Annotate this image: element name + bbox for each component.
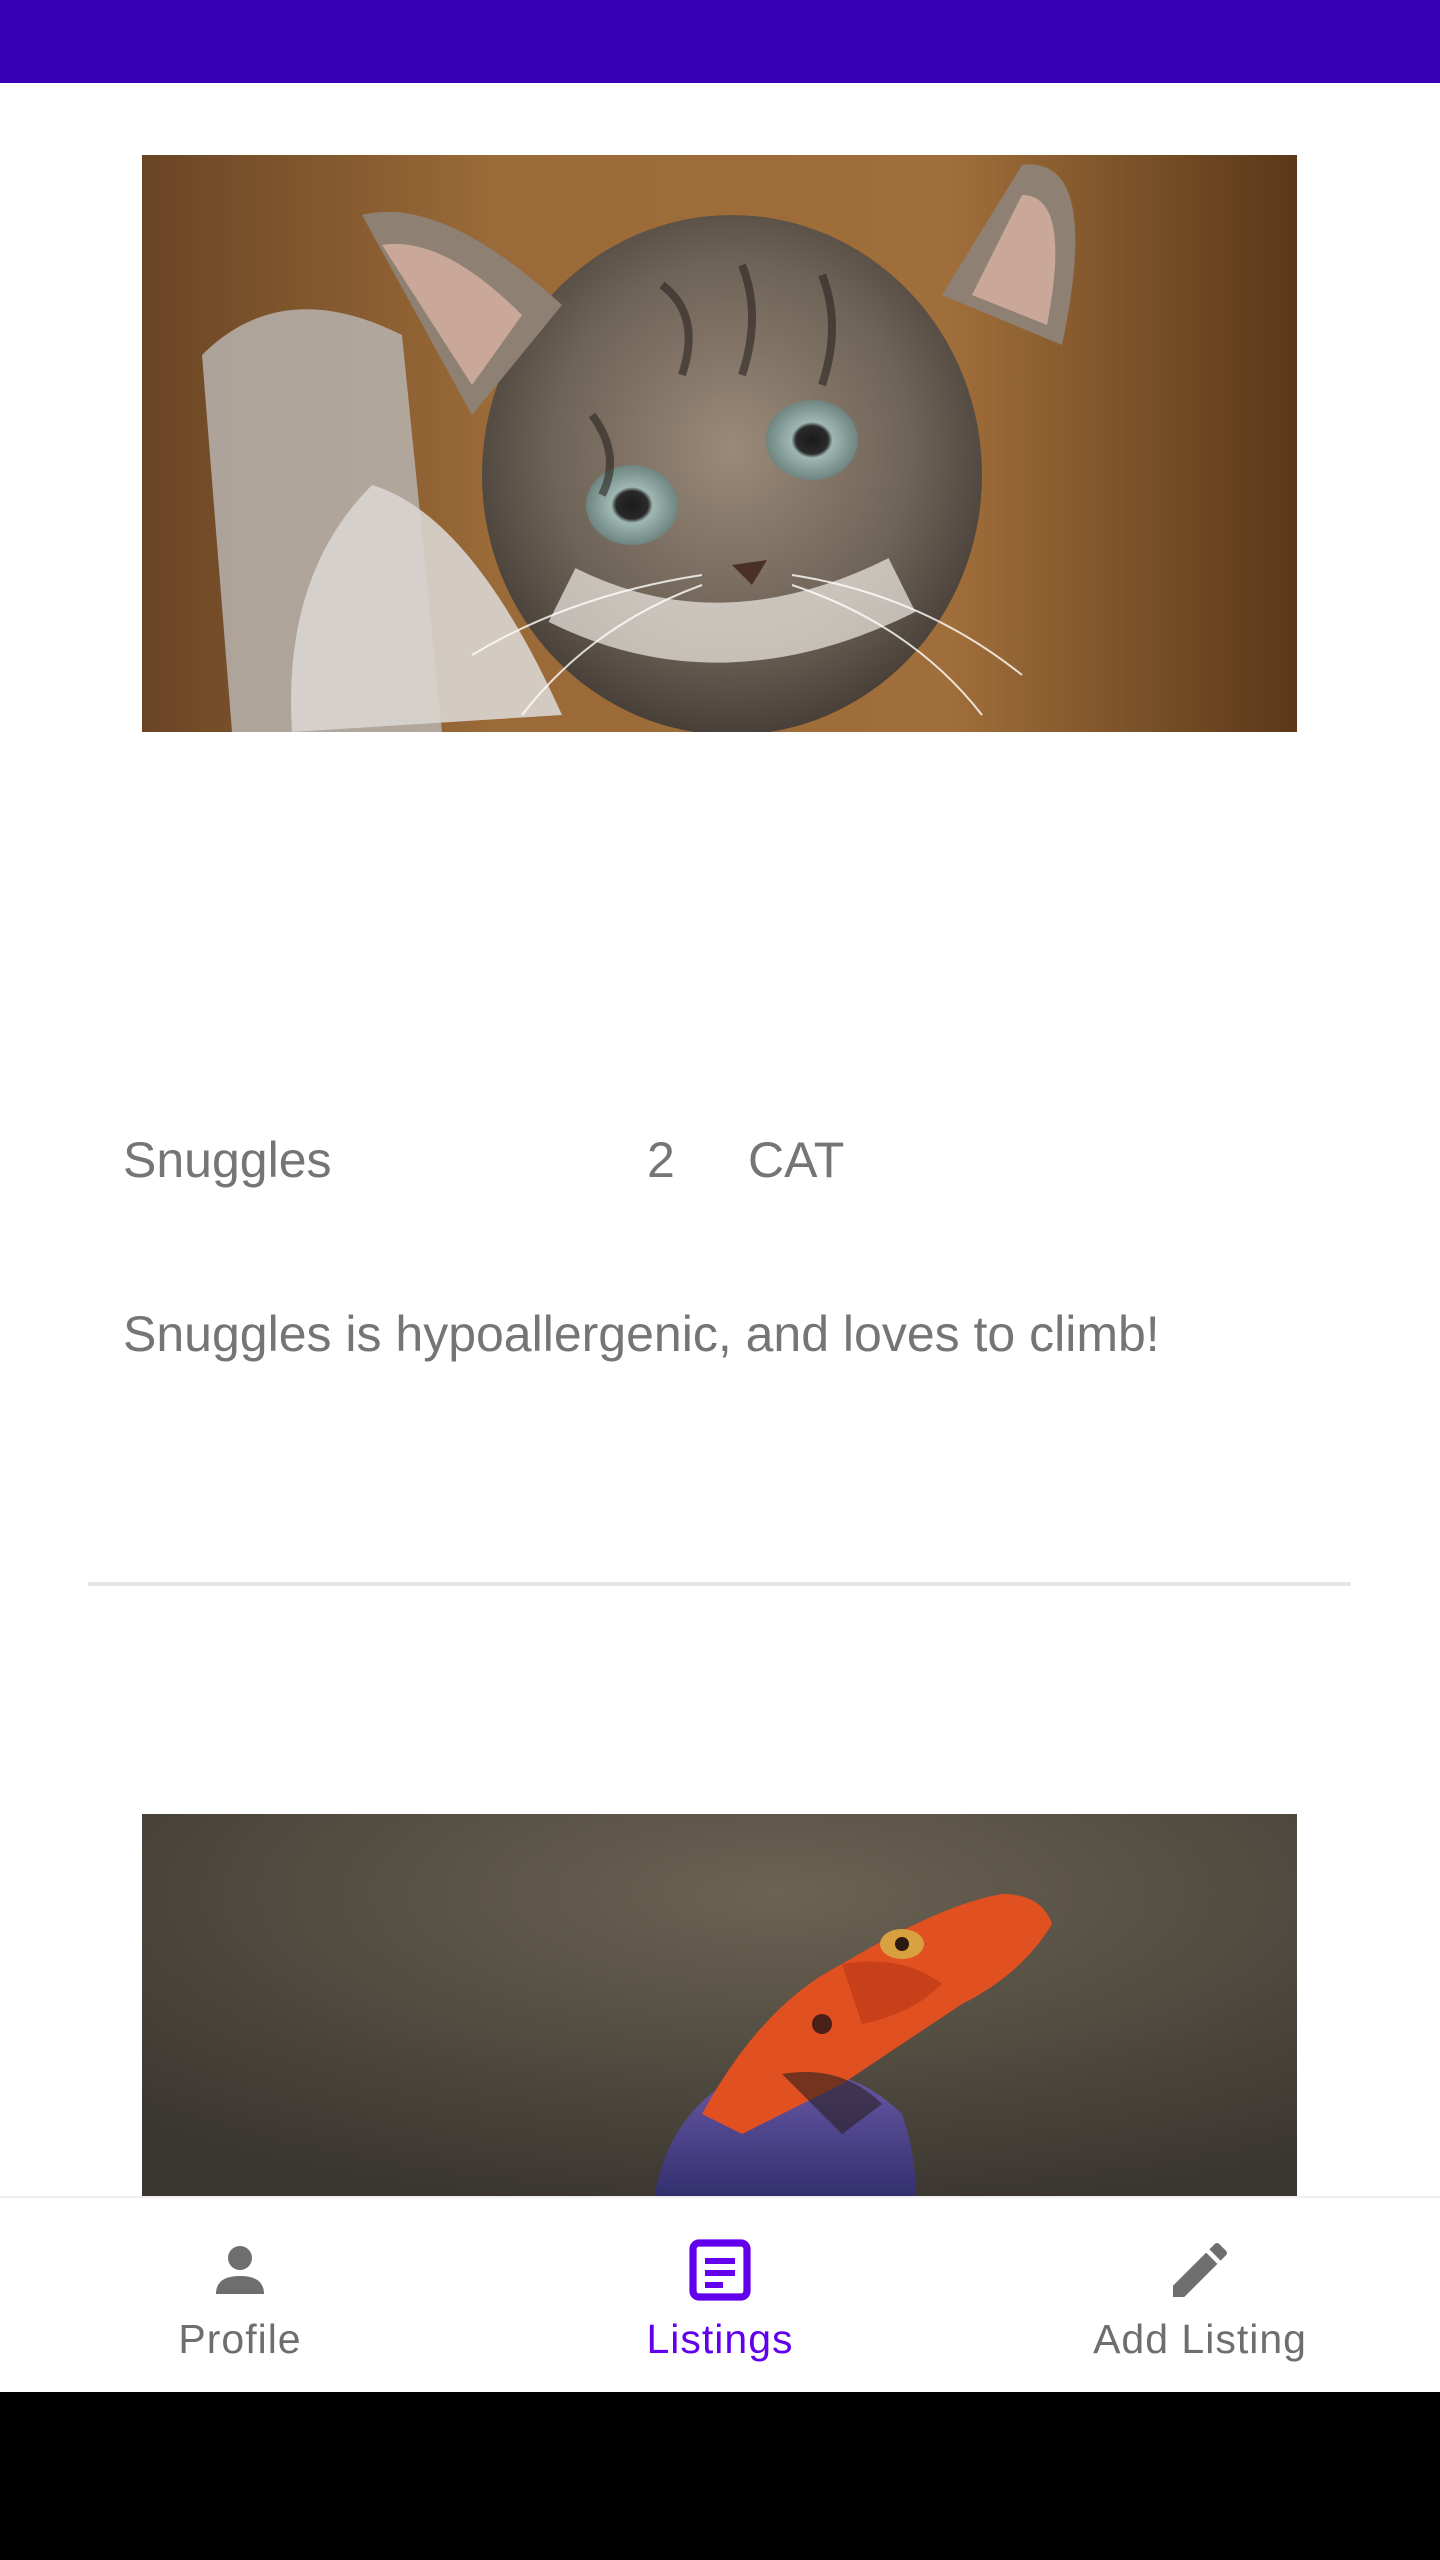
- listings-icon: [689, 2239, 751, 2301]
- status-bar: [0, 0, 1440, 83]
- nav-listings[interactable]: Listings: [480, 2198, 960, 2394]
- person-icon: [216, 2246, 264, 2294]
- nav-listings-label: Listings: [646, 2316, 794, 2362]
- listing-image-kitten[interactable]: [142, 155, 1297, 732]
- listing-image-lizard[interactable]: [142, 1814, 1297, 2196]
- bottom-navigation: Profile Listings Add Listing: [0, 2196, 1440, 2392]
- system-navigation-bar: [0, 2392, 1440, 2560]
- kitten-photo: [142, 155, 1297, 732]
- pencil-icon: [1173, 2242, 1227, 2297]
- lizard-photo: [142, 1814, 1297, 2196]
- nav-profile[interactable]: Profile: [0, 2198, 480, 2394]
- listing-info-row: Snuggles 2 CAT: [123, 1131, 1317, 1201]
- nav-add-listing-label: Add Listing: [1093, 2316, 1307, 2362]
- nav-add-listing[interactable]: Add Listing: [960, 2198, 1440, 2394]
- pet-age: 2: [647, 1132, 675, 1188]
- pet-type: CAT: [748, 1132, 845, 1188]
- listing-divider: [88, 1582, 1351, 1586]
- pet-description: Snuggles is hypoallergenic, and loves to…: [123, 1306, 1160, 1362]
- listings-feed[interactable]: Snuggles 2 CAT Snuggles is hypoallergeni…: [0, 83, 1440, 2196]
- pet-name: Snuggles: [123, 1132, 332, 1188]
- nav-profile-label: Profile: [178, 2316, 302, 2362]
